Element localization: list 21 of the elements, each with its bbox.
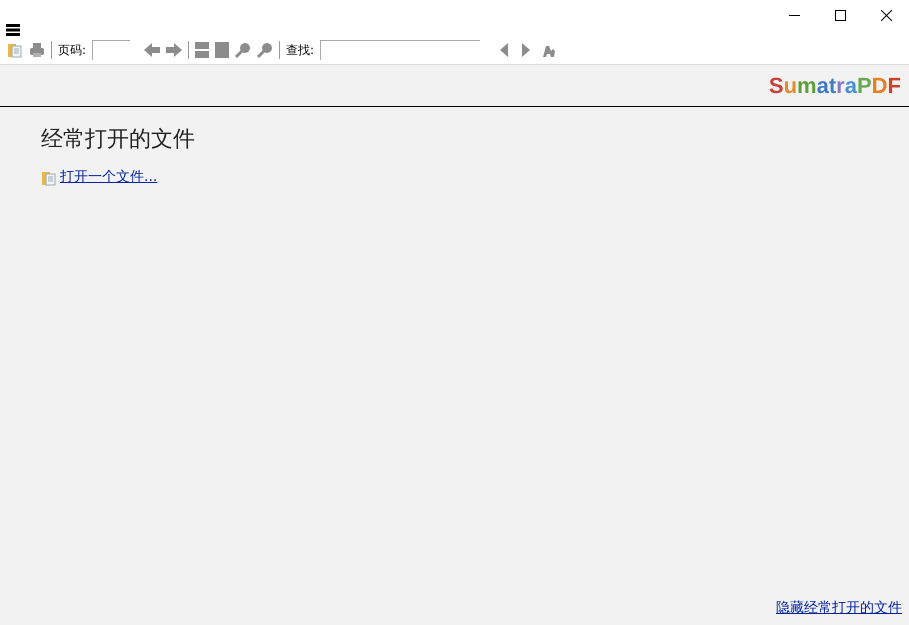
zoom-in-icon[interactable] — [257, 42, 274, 58]
close-icon[interactable] — [880, 10, 892, 20]
find-field[interactable] — [320, 40, 480, 60]
zoom-out-icon[interactable] — [235, 42, 252, 58]
page-field[interactable] — [92, 40, 130, 60]
page-layout-icon[interactable] — [195, 42, 210, 58]
menu-icon[interactable] — [6, 24, 20, 36]
back-arrow-icon[interactable] — [144, 43, 160, 57]
maximize-icon[interactable] — [834, 10, 846, 20]
hide-frequent-link[interactable]: 隐藏经常打开的文件 — [776, 598, 902, 619]
forward-arrow-icon[interactable] — [166, 43, 182, 57]
match-case-icon[interactable] — [540, 43, 556, 57]
single-page-icon[interactable] — [215, 42, 230, 58]
folder-icon[interactable] — [7, 42, 23, 58]
section-title: 经常打开的文件 — [41, 126, 196, 153]
find-label: 查找: — [286, 42, 314, 59]
open-file-link[interactable]: 打开一个文件... — [60, 167, 158, 188]
folder-icon[interactable] — [41, 170, 57, 186]
printer-icon[interactable] — [29, 42, 45, 58]
page-label: 页码: — [58, 42, 86, 59]
logo: SumatraPDF — [768, 72, 901, 100]
